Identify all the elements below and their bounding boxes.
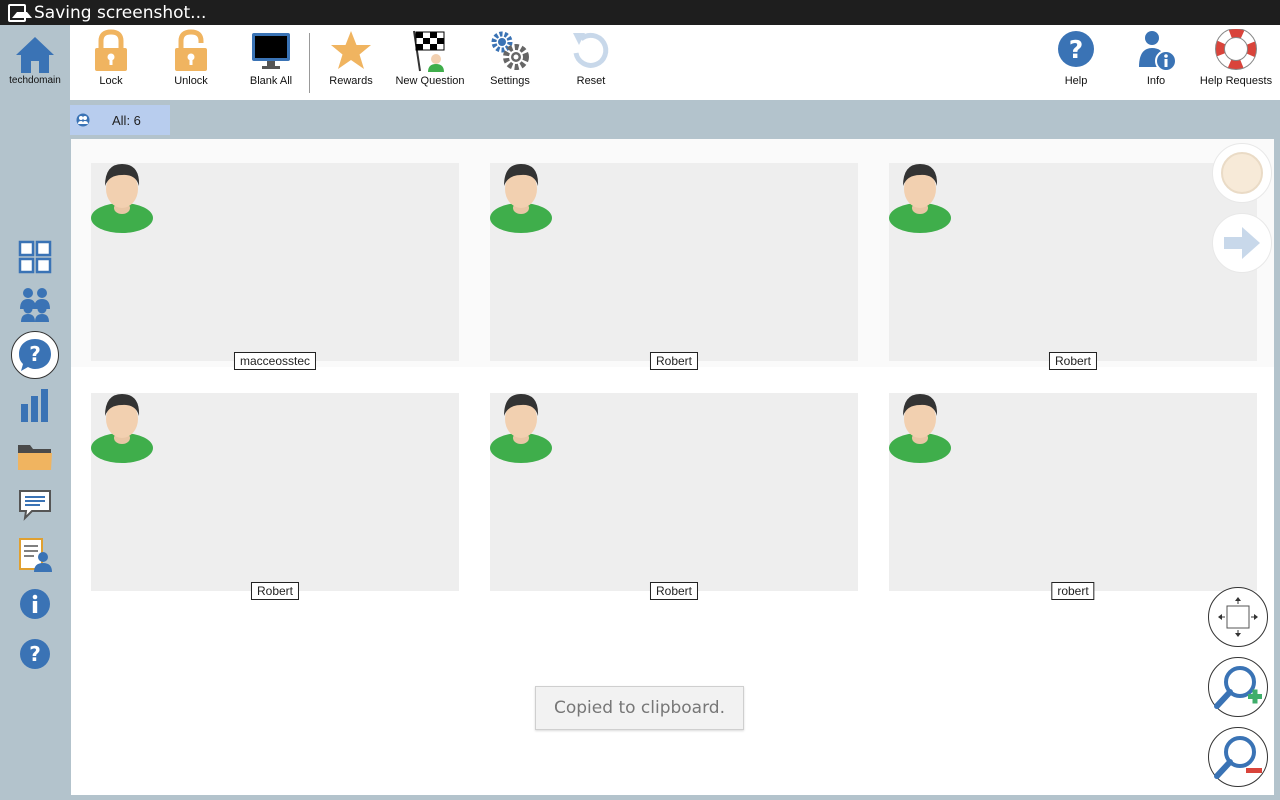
- student-avatar-icon: [889, 164, 951, 233]
- sidebar-item-files[interactable]: [13, 435, 57, 479]
- blank-all-button[interactable]: Blank All: [231, 29, 311, 93]
- reset-label: Reset: [576, 75, 606, 87]
- sidebar-item-chat[interactable]: [13, 483, 57, 527]
- faded-circle-icon: [1221, 152, 1263, 194]
- blank-all-label: Blank All: [249, 75, 293, 87]
- student-avatar-icon: [889, 394, 951, 463]
- unlock-label: Unlock: [174, 75, 208, 87]
- sidebar-item-reports[interactable]: [13, 383, 57, 427]
- zoom-out-icon: [1214, 736, 1262, 779]
- info-icon: [20, 589, 50, 619]
- monitor-icon: [252, 33, 290, 69]
- home-button[interactable]: techdomain: [5, 35, 65, 86]
- sidebar-item-help[interactable]: ?: [13, 632, 57, 676]
- home-icon: [16, 37, 54, 73]
- svg-text:?: ?: [29, 642, 41, 666]
- group-icon: [76, 113, 90, 127]
- zoom-out-button[interactable]: [1208, 727, 1268, 787]
- reset-icon: [573, 32, 609, 68]
- student-card[interactable]: Robert: [91, 393, 459, 600]
- fit-to-screen-button[interactable]: [1208, 587, 1268, 647]
- student-avatar-icon: [490, 394, 552, 463]
- info-label: Info: [1146, 75, 1166, 87]
- student-card[interactable]: Robert: [889, 163, 1257, 370]
- left-sidebar: techdomain ? ?: [0, 25, 70, 800]
- tab-all[interactable]: All: 6: [70, 105, 170, 135]
- info-toolbar-button[interactable]: Info: [1116, 29, 1196, 93]
- home-label: techdomain: [9, 75, 61, 86]
- checkered-flag-icon: [413, 30, 445, 72]
- student-card[interactable]: Robert: [490, 393, 858, 600]
- question-bubble-icon: ?: [19, 339, 51, 371]
- chat-icon: [19, 490, 51, 521]
- status-text: Saving screenshot...: [34, 2, 207, 23]
- sidebar-item-groups[interactable]: [13, 283, 57, 327]
- new-question-button[interactable]: New Question: [390, 29, 470, 93]
- help-circle-icon: ?: [1058, 31, 1094, 67]
- gears-icon: [491, 31, 529, 70]
- clipboard-toast: Copied to clipboard.: [535, 686, 744, 730]
- help-requests-button[interactable]: Help Requests: [1196, 29, 1276, 93]
- rewards-label: Rewards: [329, 75, 373, 87]
- star-icon: [331, 31, 371, 69]
- sidebar-item-questions[interactable]: ?: [11, 331, 59, 379]
- student-avatar-icon: [91, 164, 153, 233]
- user-info-icon: [1139, 31, 1177, 72]
- student-name: Robert: [649, 352, 699, 370]
- student-name: Robert: [1048, 352, 1098, 370]
- status-bar: Saving screenshot...: [0, 0, 1280, 25]
- zoom-in-icon: [1214, 666, 1262, 709]
- student-report-icon: [19, 538, 52, 572]
- zoom-in-button[interactable]: [1208, 657, 1268, 717]
- rewards-button[interactable]: Rewards: [311, 29, 391, 93]
- student-card[interactable]: macceosstec: [91, 163, 459, 370]
- student-avatar-icon: [91, 394, 153, 463]
- svg-text:?: ?: [29, 342, 41, 366]
- lock-icon: [95, 29, 127, 71]
- sidebar-item-student-report[interactable]: [13, 533, 57, 577]
- help-requests-label: Help Requests: [1199, 75, 1273, 87]
- group-tab-strip: All: 6: [70, 100, 1280, 138]
- help-label: Help: [1064, 75, 1088, 87]
- student-name: Robert: [649, 582, 699, 600]
- tab-all-label: All: 6: [112, 112, 141, 128]
- student-name: Robert: [250, 582, 300, 600]
- student-name: macceosstec: [233, 352, 317, 370]
- lifebuoy-icon: [1215, 29, 1257, 70]
- screenshot-icon: [8, 3, 32, 22]
- student-card[interactable]: robert: [889, 393, 1257, 600]
- svg-text:?: ?: [1069, 35, 1084, 64]
- sidebar-item-grid-view[interactable]: [13, 235, 57, 279]
- fit-screen-icon: [1218, 597, 1258, 637]
- new-question-label: New Question: [395, 75, 465, 87]
- bar-chart-icon: [21, 389, 48, 422]
- help-toolbar-button[interactable]: ? Help: [1036, 29, 1116, 93]
- student-name: robert: [1051, 582, 1095, 600]
- toolbar-divider: [309, 33, 310, 93]
- previous-page-button[interactable]: [1212, 143, 1272, 203]
- top-toolbar: Lock Unlock Blank All Rewards New Questi…: [70, 25, 1280, 100]
- unlock-icon: [175, 29, 207, 71]
- help-icon: ?: [20, 639, 50, 669]
- reset-button[interactable]: Reset: [551, 29, 631, 93]
- folder-icon: [18, 445, 52, 470]
- settings-button[interactable]: Settings: [470, 29, 550, 93]
- unlock-button[interactable]: Unlock: [151, 29, 231, 93]
- arrow-right-icon: [1224, 227, 1260, 259]
- groups-icon: [20, 288, 50, 322]
- student-card[interactable]: Robert: [490, 163, 858, 370]
- next-page-button[interactable]: [1212, 213, 1272, 273]
- student-avatar-icon: [490, 164, 552, 233]
- sidebar-item-info[interactable]: [13, 582, 57, 626]
- lock-button[interactable]: Lock: [71, 29, 151, 93]
- settings-label: Settings: [490, 75, 530, 87]
- lock-label: Lock: [99, 75, 123, 87]
- grid-view-icon: [18, 240, 52, 274]
